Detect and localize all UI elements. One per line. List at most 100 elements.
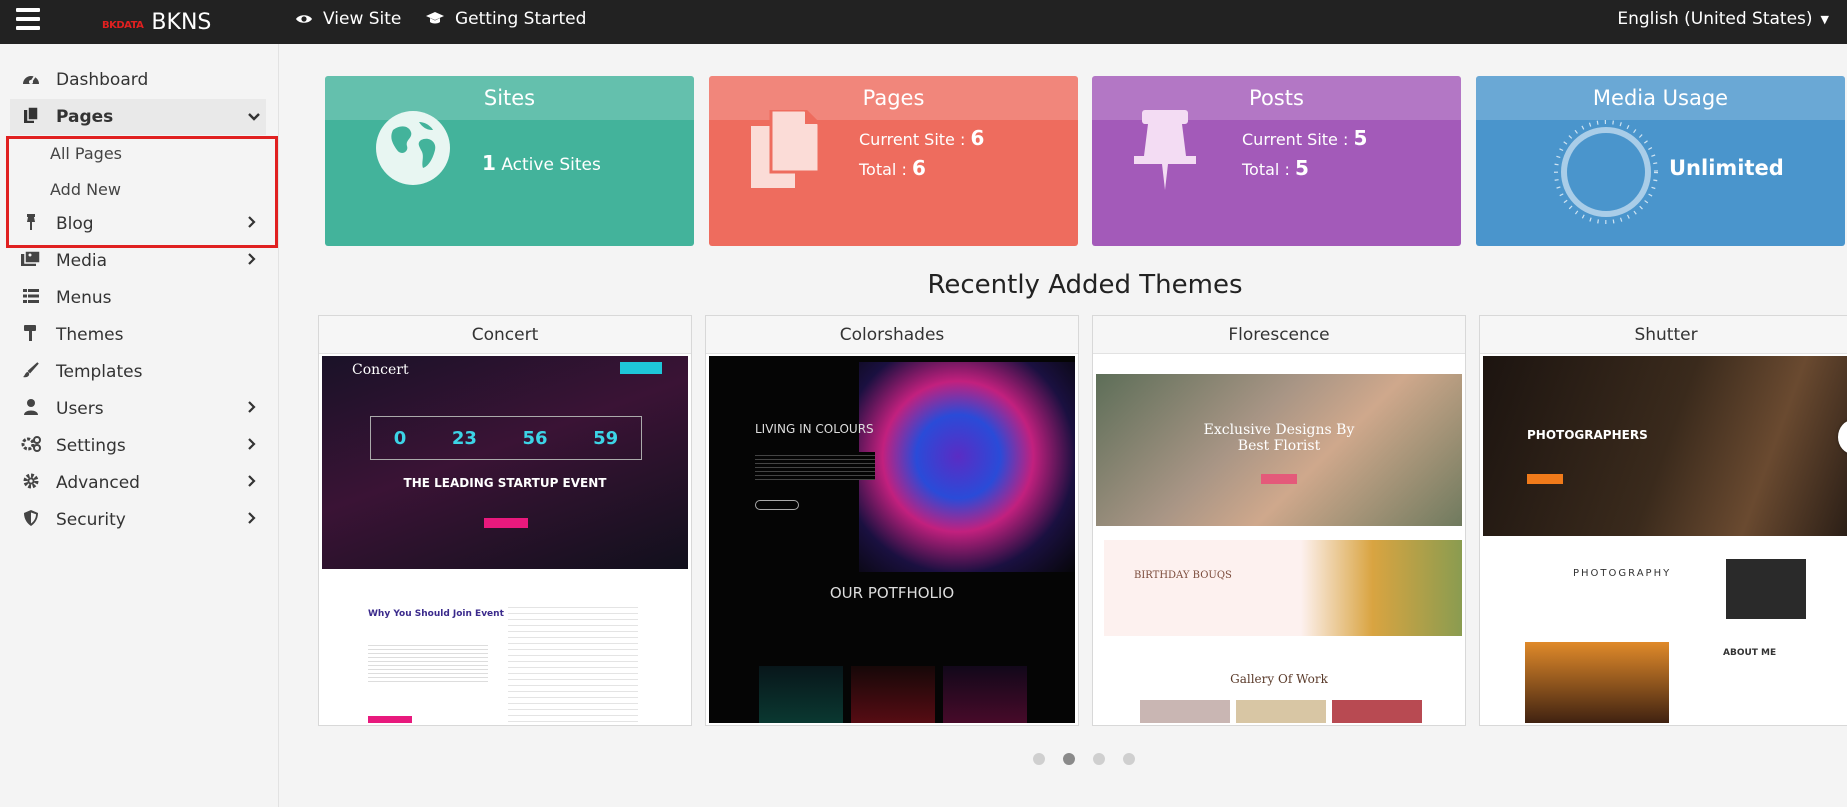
- theme-card-florescence[interactable]: Florescence Exclusive Designs By Best Fl…: [1092, 315, 1466, 726]
- florescence-banner-heading: BIRTHDAY BOUQS: [1134, 570, 1232, 581]
- sidebar-item-label: Menus: [56, 288, 112, 308]
- sidebar-item-settings[interactable]: Settings: [0, 428, 279, 464]
- sidebar-item-label: Pages: [56, 107, 114, 127]
- concert-logo-text: Concert: [352, 362, 409, 378]
- sidebar-subitem-add-new[interactable]: Add New: [50, 174, 121, 204]
- florescence-banner: BIRTHDAY BOUQS: [1104, 540, 1462, 636]
- sidebar-item-security[interactable]: Security: [0, 502, 279, 538]
- sidebar-item-menus[interactable]: Menus: [0, 280, 279, 316]
- graduation-cap-icon: [425, 10, 445, 29]
- pages-card[interactable]: Pages Current Site : 6 Total : 6: [709, 76, 1078, 246]
- carousel-dot-1[interactable]: [1033, 753, 1045, 765]
- sidebar-item-users[interactable]: Users: [0, 391, 279, 427]
- chevron-right-icon: [248, 438, 256, 454]
- media-usage-card-title: Media Usage: [1476, 76, 1845, 120]
- sidebar-item-label: Security: [56, 510, 126, 530]
- carousel-dot-3[interactable]: [1093, 753, 1105, 765]
- concert-ticket-button: [484, 518, 528, 528]
- pages-current-line: Current Site : 6: [859, 126, 984, 150]
- theme-preview-concert: Concert 0 23 56 59 THE LEADING STARTUP E…: [322, 356, 688, 723]
- usage-gauge-icon: [1554, 120, 1658, 228]
- sidebar-item-blog[interactable]: Blog: [0, 206, 279, 242]
- language-selector[interactable]: English (United States) ▼: [1617, 0, 1829, 38]
- pages-total-line: Total : 6: [859, 156, 926, 180]
- sidebar-subitem-all-pages[interactable]: All Pages: [50, 138, 122, 168]
- chevron-right-icon: [248, 475, 256, 491]
- theme-card-shutter[interactable]: Shutter PHOTOGRAPHERS PHOTOGRAPHY ABOUT …: [1479, 315, 1847, 726]
- chevron-right-icon: [248, 401, 256, 417]
- theme-name: Concert: [319, 316, 691, 354]
- sidebar: Dashboard Pages All Pages Add New Blog M…: [0, 44, 279, 807]
- sidebar-item-label: Blog: [56, 214, 94, 234]
- sidebar-item-dashboard[interactable]: Dashboard: [0, 62, 279, 98]
- sidebar-item-themes[interactable]: Themes: [0, 317, 279, 353]
- media-icon: [20, 250, 42, 271]
- getting-started-link[interactable]: Getting Started: [425, 0, 586, 38]
- eye-icon: [295, 10, 313, 29]
- portfolio-thumb-3: [943, 666, 1027, 723]
- shield-icon: [20, 510, 42, 530]
- sidebar-item-label: Templates: [56, 362, 143, 382]
- florescence-hero: Exclusive Designs By Best Florist: [1096, 374, 1462, 526]
- sites-card[interactable]: Sites 1 Active Sites: [325, 76, 694, 246]
- colorshades-button: [755, 500, 799, 510]
- sidebar-item-label: Users: [56, 399, 104, 419]
- posts-total-value: 5: [1294, 156, 1309, 180]
- posts-card[interactable]: Posts Current Site : 5 Total : 5: [1092, 76, 1461, 246]
- theme-name: Colorshades: [706, 316, 1078, 354]
- theme-preview-shutter: PHOTOGRAPHERS PHOTOGRAPHY ABOUT ME: [1483, 356, 1847, 723]
- brush-icon: [20, 362, 42, 382]
- top-bar: BKDATA BKNS View Site Getting Started En…: [0, 0, 1847, 44]
- view-site-label: View Site: [323, 9, 402, 29]
- logo[interactable]: BKDATA BKNS: [102, 8, 211, 36]
- theme-card-concert[interactable]: Concert Concert 0 23 56 59 THE LEADING S…: [318, 315, 692, 726]
- carousel-dot-4[interactable]: [1123, 753, 1135, 765]
- carousel-dot-2[interactable]: [1063, 753, 1075, 765]
- pages-current-value: 6: [970, 126, 985, 150]
- florescence-hero-heading: Exclusive Designs By Best Florist: [1203, 422, 1355, 454]
- pages-total-label: Total :: [859, 160, 907, 179]
- hamburger-menu-icon[interactable]: [16, 8, 40, 30]
- sidebar-item-label: Settings: [56, 436, 126, 456]
- caret-down-icon: ▼: [1820, 12, 1829, 26]
- colorshades-paragraph: [755, 452, 875, 480]
- media-usage-value: Unlimited: [1669, 156, 1784, 180]
- view-site-link[interactable]: View Site: [295, 0, 401, 38]
- posts-total-line: Total : 5: [1242, 156, 1309, 180]
- concert-hero-heading: THE LEADING STARTUP EVENT: [403, 476, 607, 490]
- chevron-right-icon: [248, 216, 256, 232]
- concert-hero: Concert 0 23 56 59 THE LEADING STARTUP E…: [322, 356, 688, 569]
- portfolio-thumb-2: [851, 666, 935, 723]
- theme-name: Shutter: [1480, 316, 1847, 354]
- theme-name: Florescence: [1093, 316, 1465, 354]
- countdown-seconds: 59: [593, 427, 619, 449]
- sidebar-item-media[interactable]: Media: [0, 243, 279, 279]
- chevron-down-icon: [248, 109, 260, 125]
- shutter-sunset-photo: [1525, 642, 1669, 723]
- shutter-mid-heading: PHOTOGRAPHY: [1573, 568, 1672, 579]
- theme-card-colorshades[interactable]: Colorshades LIVING IN COLOURS OUR POTFHO…: [705, 315, 1079, 726]
- concert-features: [508, 602, 638, 722]
- sidebar-item-pages[interactable]: Pages: [10, 99, 266, 135]
- getting-started-label: Getting Started: [455, 9, 587, 29]
- gallery-thumb-2: [1236, 700, 1326, 723]
- chevron-right-icon: [248, 512, 256, 528]
- posts-current-label: Current Site :: [1242, 130, 1349, 149]
- carousel-pagination: [1033, 753, 1153, 765]
- posts-total-label: Total :: [1242, 160, 1290, 179]
- logo-mark: BKDATA: [102, 19, 144, 31]
- pages-total-value: 6: [911, 156, 926, 180]
- sidebar-item-label: Themes: [56, 325, 124, 345]
- shutter-about-heading: ABOUT ME: [1723, 648, 1777, 658]
- gallery-thumb-1: [1140, 700, 1230, 723]
- sidebar-item-templates[interactable]: Templates: [0, 354, 279, 390]
- dashboard-icon: [20, 71, 42, 89]
- media-usage-card[interactable]: Media Usage Unlimited: [1476, 76, 1845, 246]
- colorshades-hero-heading: LIVING IN COLOURS: [755, 422, 874, 436]
- colorshades-lower-heading: OUR POTFHOLIO: [829, 584, 955, 602]
- sites-active-line: 1 Active Sites: [482, 151, 601, 175]
- shutter-camera-photo: [1726, 559, 1806, 619]
- concert-lower-heading: Why You Should Join Event: [368, 609, 504, 619]
- florescence-lower-heading: Gallery Of Work: [1230, 672, 1328, 686]
- sidebar-item-advanced[interactable]: Advanced: [0, 465, 279, 501]
